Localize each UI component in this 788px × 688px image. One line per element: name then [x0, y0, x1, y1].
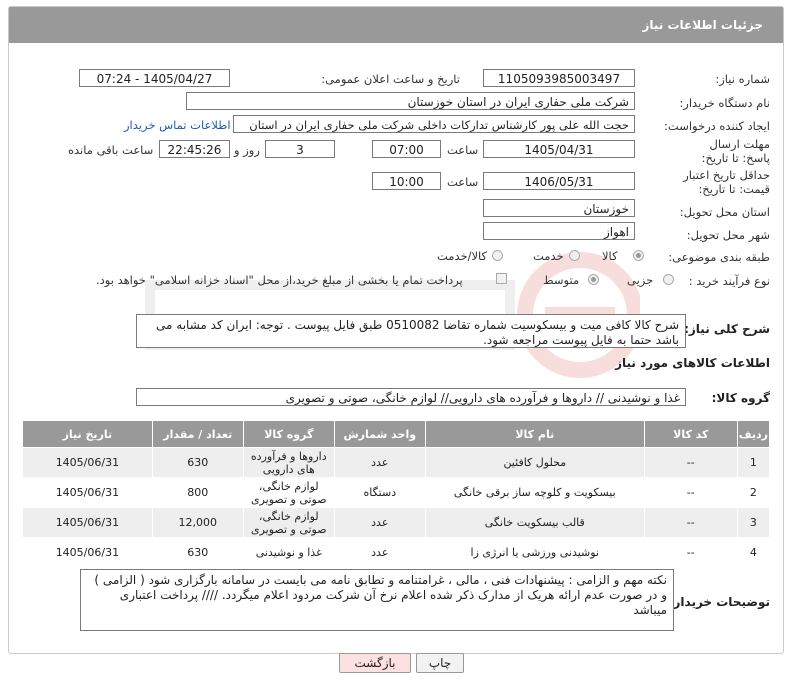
process-option-medium: متوسط — [543, 273, 580, 287]
cell-name: نوشیدنی ورزشی یا انرژی زا — [424, 537, 645, 568]
remaining-label: ساعت باقی مانده — [68, 143, 154, 157]
category-option-goods-service: کالا/خدمت — [437, 249, 488, 263]
validity-time-label: ساعت — [447, 175, 479, 189]
requester-field: حجت الله علی پور کارشناس تدارکات داخلی ش… — [233, 115, 635, 133]
col-name: نام کالا — [424, 420, 645, 448]
cell-code: -- — [643, 447, 738, 478]
cell-group: لوازم خانگی، صوتی و تصویری — [242, 477, 335, 508]
category-option-service: خدمت — [533, 249, 564, 263]
cell-name: بیسکویت و کلوچه ساز برقی خانگی — [424, 477, 645, 508]
table-row: 2 -- بیسکویت و کلوچه ساز برقی خانگی دستگ… — [22, 477, 771, 508]
cell-row: 3 — [736, 507, 771, 538]
buyer-notes-field: نکته مهم و الزامی : پیشنهادات فنی ، مالی… — [80, 569, 674, 631]
cell-row: 1 — [736, 447, 771, 478]
price-validity-label: حداقل تاریخ اعتبار قیمت: تا تاریخ: — [683, 168, 770, 196]
table-row: 4 -- نوشیدنی ورزشی یا انرژی زا عدد غذا و… — [22, 537, 771, 568]
cell-date: 1405/06/31 — [22, 507, 153, 538]
cell-unit: دستگاه — [333, 477, 426, 508]
treasury-payment-checkbox[interactable] — [496, 273, 507, 284]
back-button[interactable]: بازگشت — [339, 653, 411, 673]
general-desc-field: شرح کالا کافی میت و بیسکوسیت شماره تقاضا… — [136, 314, 686, 348]
city-field: اهواز — [483, 222, 635, 240]
send-time-field: 07:00 — [372, 140, 441, 158]
panel-header: جزئیات اطلاعات نیاز — [9, 7, 783, 43]
cell-group: داروها و فرآورده های دارویی — [242, 447, 335, 478]
cell-qty: 630 — [151, 537, 244, 568]
col-code: کد کالا — [643, 420, 738, 448]
print-button[interactable]: چاپ — [416, 653, 464, 673]
cell-name: قالب بیسکویت خانگی — [424, 507, 645, 538]
days-field: 3 — [265, 140, 335, 158]
col-qty: تعداد / مقدار — [151, 420, 244, 448]
contact-buyer-link[interactable]: اطلاعات تماس خریدار — [124, 118, 231, 132]
days-label: روز و — [234, 143, 260, 157]
cell-date: 1405/06/31 — [22, 477, 153, 508]
validity-date-field: 1406/05/31 — [483, 172, 635, 190]
goods-group-label: گروه کالا: — [711, 391, 770, 405]
province-label: استان محل تحویل: — [679, 205, 770, 219]
category-radio-goods[interactable] — [633, 250, 644, 261]
cell-unit: عدد — [333, 537, 426, 568]
need-number-field: 1105093985003497 — [483, 69, 635, 87]
cell-name: محلول کافئین — [424, 447, 645, 478]
general-desc-label: شرح کلی نیاز: — [684, 322, 770, 336]
payment-note: پرداخت تمام یا بخشی از مبلغ خرید،از محل … — [96, 273, 463, 287]
cell-date: 1405/06/31 — [22, 537, 153, 568]
cell-code: -- — [643, 537, 738, 568]
goods-group-field: غذا و نوشیدنی // داروها و فرآورده های دا… — [136, 388, 686, 406]
send-time-label: ساعت — [447, 143, 479, 157]
cell-row: 2 — [736, 477, 771, 508]
city-label: شهر محل تحویل: — [686, 228, 770, 242]
cell-qty: 630 — [151, 447, 244, 478]
table-row: 3 -- قالب بیسکویت خانگی عدد لوازم خانگی،… — [22, 507, 771, 538]
remaining-time-field: 22:45:26 — [159, 140, 230, 158]
requester-label: ایجاد کننده درخواست: — [664, 119, 770, 133]
announce-datetime-label: تاریخ و ساعت اعلان عمومی: — [321, 72, 460, 86]
cell-qty: 12,000 — [151, 507, 244, 538]
table-header-row: ردیف کد کالا نام کالا واحد شمارش گروه کا… — [22, 420, 771, 448]
table-row: 1 -- محلول کافئین عدد داروها و فرآورده ه… — [22, 447, 771, 478]
send-deadline-label: مهلت ارسال پاسخ: تا تاریخ: — [701, 137, 770, 165]
cell-group: غذا و نوشیدنی — [242, 537, 335, 568]
category-radio-service[interactable] — [569, 250, 580, 261]
process-radio-medium[interactable] — [588, 274, 599, 285]
cell-date: 1405/06/31 — [22, 447, 153, 478]
province-field: خوزستان — [483, 199, 635, 217]
category-label: طبقه بندی موضوعی: — [668, 250, 770, 264]
cell-row: 4 — [736, 537, 771, 568]
col-group: گروه کالا — [242, 420, 335, 448]
goods-info-title: اطلاعات کالاهای مورد نیاز — [615, 356, 770, 370]
validity-time-field: 10:00 — [372, 172, 441, 190]
col-date: تاریخ نیاز — [22, 420, 153, 448]
page: جزئیات اطلاعات نیاز شماره نیاز: 11050939… — [0, 0, 788, 688]
cell-code: -- — [643, 477, 738, 508]
category-radio-goods-service[interactable] — [492, 250, 503, 261]
buyer-org-label: نام دستگاه خریدار: — [679, 96, 770, 110]
cell-unit: عدد — [333, 507, 426, 538]
buyer-org-field: شرکت ملی حفاری ایران در استان خوزستان — [186, 92, 635, 110]
panel-title: جزئیات اطلاعات نیاز — [642, 18, 763, 32]
process-option-minor: جزیی — [627, 273, 654, 287]
send-date-field: 1405/04/31 — [483, 140, 635, 158]
cell-group: لوازم خانگی، صوتی و تصویری — [242, 507, 335, 538]
cell-unit: عدد — [333, 447, 426, 478]
cell-code: -- — [643, 507, 738, 538]
col-row: ردیف — [736, 420, 771, 448]
process-radio-minor[interactable] — [663, 274, 674, 285]
need-number-label: شماره نیاز: — [715, 72, 770, 86]
items-table: ردیف کد کالا نام کالا واحد شمارش گروه کا… — [22, 420, 771, 568]
category-option-goods: کالا — [602, 249, 618, 263]
cell-qty: 800 — [151, 477, 244, 508]
announce-datetime-field: 1405/04/27 - 07:24 — [79, 69, 230, 87]
process-type-label: نوع فرآیند خرید : — [688, 274, 770, 288]
buyer-notes-label: توضیحات خریدار: — [668, 595, 770, 609]
col-unit: واحد شمارش — [333, 420, 426, 448]
